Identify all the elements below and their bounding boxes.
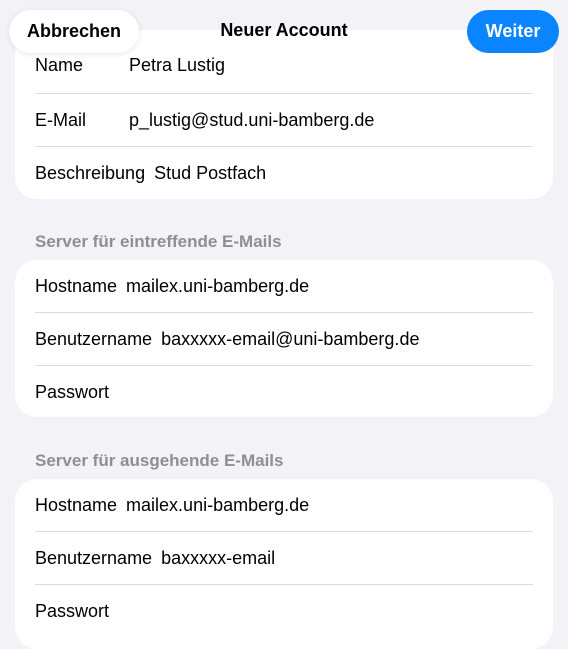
email-label: E-Mail <box>35 109 87 130</box>
outgoing-hostname-field[interactable]: mailex.uni-bamberg.de <box>126 495 309 516</box>
outgoing-server-header: Server für ausgehende E-Mails <box>35 451 284 470</box>
outgoing-username-label: Benutzername <box>35 547 153 568</box>
incoming-username-label: Benutzername <box>35 328 153 349</box>
outgoing-username-field[interactable]: baxxxxx-email <box>161 548 275 569</box>
incoming-hostname-field[interactable]: mailex.uni-bamberg.de <box>126 276 309 297</box>
incoming-password-row[interactable]: Passwort <box>35 366 533 417</box>
incoming-hostname-row[interactable]: Hostname mailex.uni-bamberg.de <box>35 260 533 313</box>
outgoing-password-label: Passwort <box>35 600 110 621</box>
email-row[interactable]: E-Mail p_lustig@stud.uni-bamberg.de <box>35 94 533 147</box>
incoming-password-label: Passwort <box>35 381 110 402</box>
cancel-button[interactable]: Abbrechen <box>9 10 139 53</box>
outgoing-password-row[interactable]: Passwort <box>35 585 533 637</box>
incoming-username-row[interactable]: Benutzername baxxxxx-email@uni-bamberg.d… <box>35 313 533 366</box>
description-label: Beschreibung <box>35 162 146 183</box>
next-button[interactable]: Weiter <box>467 10 559 53</box>
incoming-username-field[interactable]: baxxxxx-email@uni-bamberg.de <box>161 329 419 350</box>
incoming-server-header: Server für eintreffende E-Mails <box>35 232 282 251</box>
incoming-server-card: Hostname mailex.uni-bamberg.de Benutzern… <box>15 260 553 417</box>
description-row[interactable]: Beschreibung Stud Postfach <box>35 147 533 199</box>
incoming-hostname-label: Hostname <box>35 275 118 296</box>
description-field[interactable]: Stud Postfach <box>154 163 266 184</box>
outgoing-hostname-label: Hostname <box>35 494 118 515</box>
outgoing-username-row[interactable]: Benutzername baxxxxx-email <box>35 532 533 585</box>
navigation-bar: Neuer Account Abbrechen Weiter <box>0 0 568 62</box>
email-field[interactable]: p_lustig@stud.uni-bamberg.de <box>129 110 374 131</box>
outgoing-server-card: Hostname mailex.uni-bamberg.de Benutzern… <box>15 479 553 649</box>
outgoing-hostname-row[interactable]: Hostname mailex.uni-bamberg.de <box>35 479 533 532</box>
